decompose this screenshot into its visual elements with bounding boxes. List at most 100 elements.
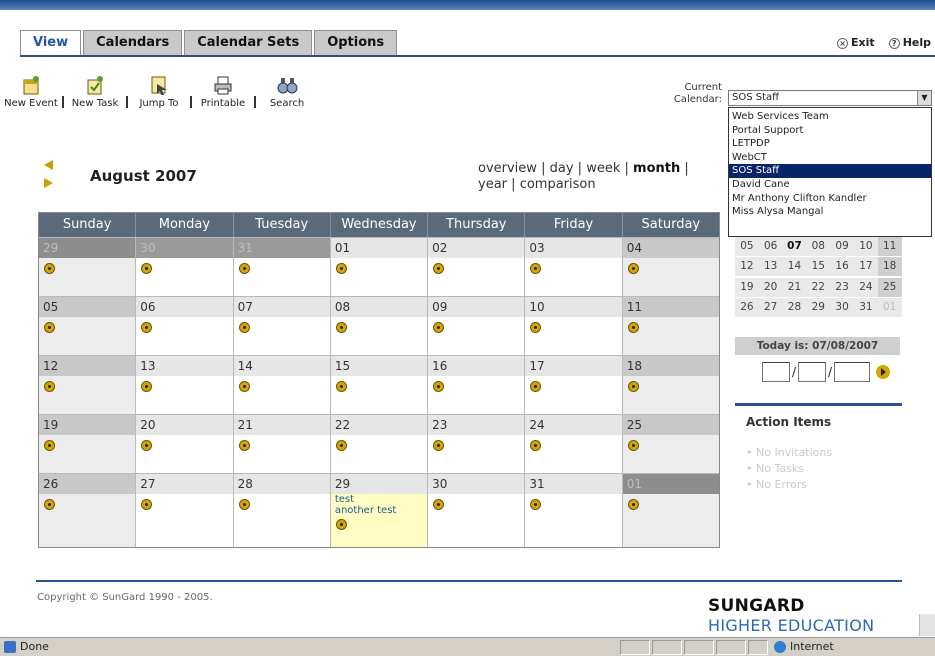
tab-calendars[interactable]: Calendars [83,30,183,56]
mini-day[interactable]: 05 [735,236,759,256]
view-day-link[interactable]: day [550,161,574,176]
tab-calendar-sets[interactable]: Calendar Sets [184,30,313,56]
mini-day[interactable]: 15 [806,257,831,277]
mini-day[interactable]: 20 [758,277,783,297]
mini-day[interactable]: 08 [806,236,831,256]
day-cell[interactable]: 18 [622,356,719,414]
view-overview-link[interactable]: overview [478,161,537,176]
day-cell[interactable]: 16 [428,356,526,414]
add-event-icon[interactable] [44,381,55,392]
event-link[interactable]: test [335,494,397,505]
day-cell[interactable]: 02 [428,238,526,296]
add-event-icon[interactable] [335,519,347,530]
add-event-icon[interactable] [141,322,153,333]
add-event-icon[interactable] [530,322,542,333]
tab-options[interactable]: Options [314,30,398,56]
day-cell[interactable]: 27 [136,474,234,547]
day-cell[interactable]: 31 [525,474,623,547]
mini-day[interactable]: 18 [877,257,902,277]
add-event-icon[interactable] [44,263,55,274]
add-event-icon[interactable] [141,263,153,274]
mini-day[interactable]: 09 [830,236,854,256]
add-event-icon[interactable] [141,381,153,392]
mini-day[interactable]: 24 [853,277,878,297]
add-event-icon[interactable] [44,499,55,510]
add-event-icon[interactable] [433,381,445,392]
exit-link[interactable]: × Exit [837,36,875,49]
next-month-icon[interactable] [44,178,53,188]
add-event-icon[interactable] [433,440,445,451]
add-event-icon[interactable] [530,263,542,274]
add-event-icon[interactable] [141,499,153,510]
mini-day[interactable]: 16 [830,257,854,277]
printable-button[interactable]: Printable [192,74,254,109]
add-event-icon[interactable] [627,381,639,392]
new-task-button[interactable]: New Task [64,74,126,109]
view-comparison-link[interactable]: comparison [520,177,596,192]
dropdown-arrow-icon[interactable]: ▼ [917,91,931,105]
view-week-link[interactable]: week [586,161,620,176]
add-event-icon[interactable] [238,322,250,333]
tab-view[interactable]: View [20,30,82,56]
calendar-option[interactable]: Web Services Team [729,110,931,124]
add-event-icon[interactable] [627,440,639,451]
scrollbar[interactable] [919,614,935,636]
day-cell[interactable]: 06 [136,297,234,355]
mini-day[interactable]: 11 [877,236,902,256]
day-cell[interactable]: 31 [233,238,331,296]
mini-day[interactable]: 26 [735,298,759,318]
day-cell[interactable]: 14 [233,356,331,414]
mini-day[interactable]: 28 [782,298,807,318]
view-month-link[interactable]: month [633,161,680,176]
mini-day[interactable]: 13 [758,257,783,277]
add-event-icon[interactable] [238,499,250,510]
day-cell[interactable]: 13 [136,356,234,414]
month-input[interactable] [762,362,790,382]
jump-to-button[interactable]: Jump To [128,74,190,109]
day-cell[interactable]: 10 [525,297,623,355]
add-event-icon[interactable] [141,440,153,451]
mini-day[interactable]: 10 [853,236,878,256]
day-cell[interactable]: 22 [330,415,429,473]
day-cell[interactable]: 04 [622,238,719,296]
mini-day[interactable]: 31 [853,298,878,318]
add-event-icon[interactable] [530,440,542,451]
year-input[interactable] [834,362,870,382]
day-cell[interactable]: 17 [525,356,623,414]
day-cell[interactable]: 30 [428,474,526,547]
mini-day[interactable]: 23 [830,277,854,297]
day-cell[interactable]: 25 [622,415,719,473]
add-event-icon[interactable] [44,440,55,451]
mini-day[interactable]: 01 [877,298,902,318]
mini-day[interactable]: 25 [877,277,902,297]
add-event-icon[interactable] [627,499,639,510]
mini-day[interactable]: 30 [830,298,854,318]
search-button[interactable]: Search [256,74,318,109]
add-event-icon[interactable] [44,322,55,333]
day-cell[interactable]: 01 [622,474,719,547]
day-cell[interactable]: 08 [330,297,429,355]
day-cell[interactable]: 21 [233,415,331,473]
add-event-icon[interactable] [335,440,347,451]
mini-day[interactable]: 17 [853,257,878,277]
add-event-icon[interactable] [335,263,347,274]
day-cell[interactable]: 23 [428,415,526,473]
day-cell[interactable]: 03 [525,238,623,296]
add-event-icon[interactable] [530,381,542,392]
add-event-icon[interactable] [433,263,445,274]
go-arrow-icon[interactable] [876,365,890,379]
day-cell[interactable]: 09 [428,297,526,355]
day-cell[interactable]: 30 [136,238,234,296]
add-event-icon[interactable] [238,381,250,392]
previous-month-icon[interactable] [44,160,53,170]
calendar-option[interactable]: David Cane [729,178,931,192]
calendar-option[interactable]: LETPDP [729,137,931,151]
mini-day[interactable]: 12 [735,257,759,277]
add-event-icon[interactable] [335,381,347,392]
day-cell[interactable]: 20 [136,415,234,473]
add-event-icon[interactable] [433,499,445,510]
mini-day[interactable]: 19 [735,277,759,297]
calendar-option[interactable]: Mr Anthony Clifton Kandler [729,192,931,206]
mini-day[interactable]: 22 [806,277,831,297]
new-event-button[interactable]: New Event [0,74,62,109]
